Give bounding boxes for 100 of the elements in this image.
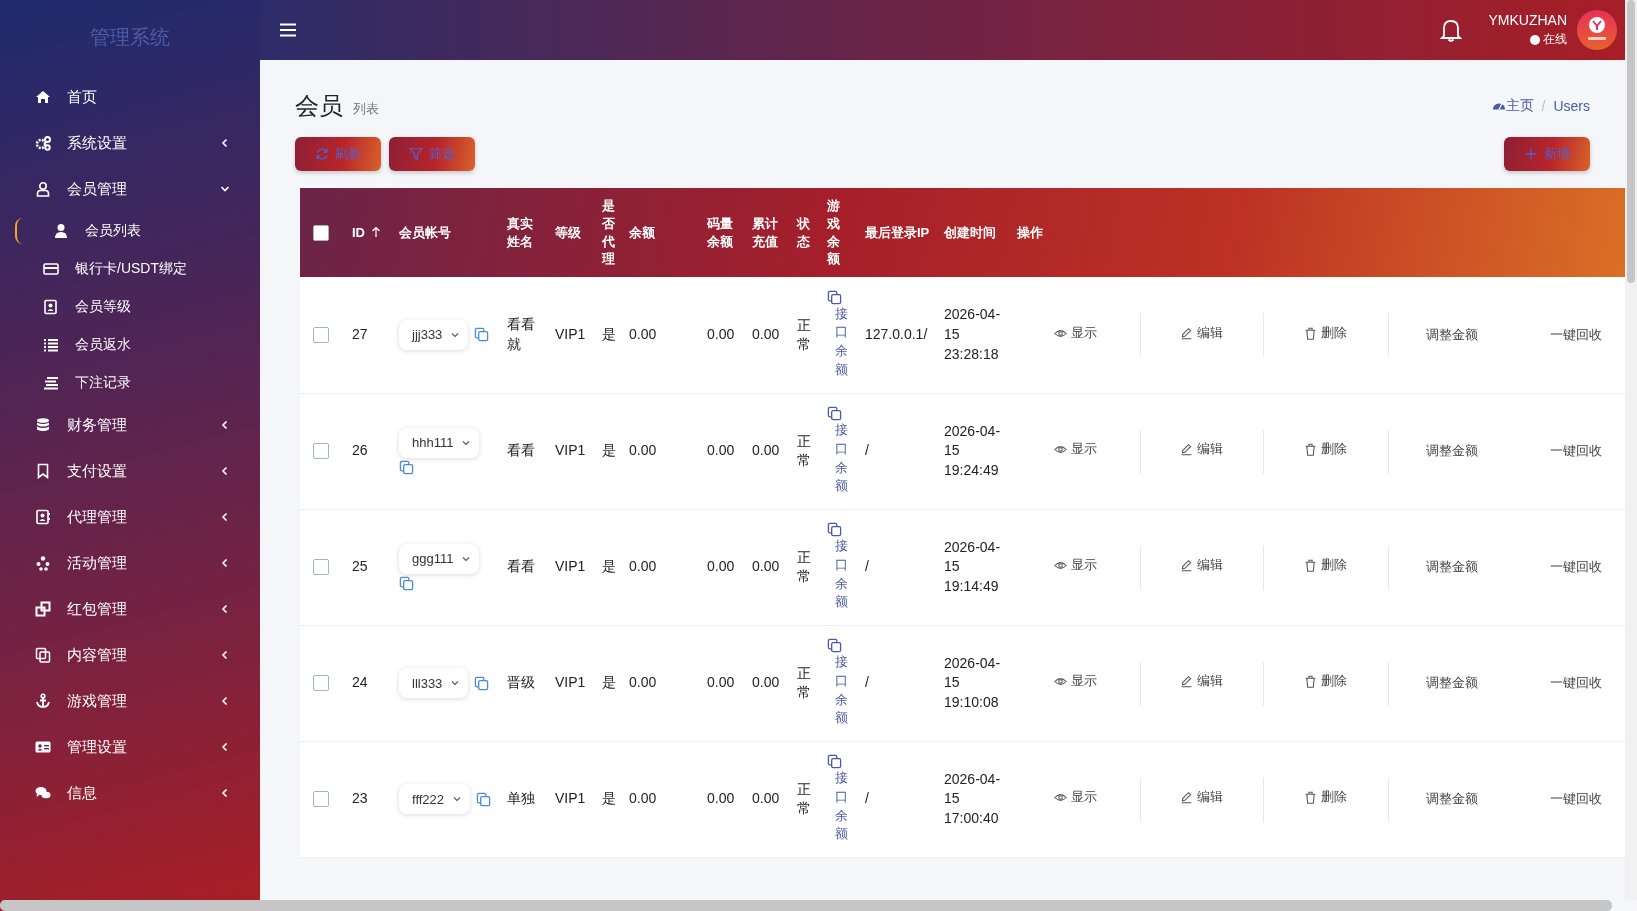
sidebar-item[interactable]: 财务管理 (0, 402, 260, 448)
account-dropdown[interactable]: fff222 (399, 784, 471, 814)
account-dropdown[interactable]: jjj333 (399, 319, 469, 350)
column-header: 状态 (797, 214, 810, 251)
action-link[interactable]: 显示 (1053, 440, 1097, 459)
table-cell: 是 (602, 325, 616, 342)
sidebar-item[interactable]: 活动管理 (0, 540, 260, 586)
table-cell: 是 (602, 558, 616, 575)
sidebar-subitem[interactable]: 银行卡/USDT绑定 (0, 250, 260, 288)
copy-icon[interactable] (827, 637, 842, 653)
burst-icon (35, 555, 51, 571)
list-icon (43, 337, 59, 353)
action-link[interactable]: 一键回收 (1550, 674, 1602, 693)
balance-link[interactable]: 接口余额 (835, 768, 848, 845)
action-link[interactable]: 一键回收 (1550, 790, 1602, 809)
action-link[interactable]: 编辑 (1180, 556, 1223, 575)
copy-icon[interactable] (827, 521, 842, 537)
copy-icon[interactable] (399, 459, 414, 475)
balance-link[interactable]: 接口余额 (835, 652, 848, 729)
copy-icon[interactable] (827, 753, 842, 769)
column-header: 码量余额 (707, 214, 734, 251)
copy-icon[interactable] (827, 405, 842, 421)
sidebar-subitem[interactable]: 会员列表 (0, 212, 260, 250)
table-cell: 0.00 (707, 442, 735, 459)
sidebar-item[interactable]: 首页 (0, 74, 260, 120)
action-link[interactable]: 编辑 (1180, 672, 1223, 691)
copy-icon[interactable] (474, 327, 490, 343)
action-link[interactable]: 显示 (1053, 672, 1097, 691)
table-cell-text: 2026-04-15 19:24:49 (944, 421, 1002, 480)
action-link[interactable]: 一键回收 (1550, 442, 1602, 461)
action-link[interactable]: 调整金额 (1425, 790, 1478, 809)
scrollbar[interactable] (1625, 0, 1637, 900)
id-card-icon (35, 739, 51, 755)
sidebar-item[interactable]: 红包管理 (0, 586, 260, 632)
action-link[interactable]: 调整金额 (1425, 325, 1478, 345)
account-dropdown[interactable]: lll333 (399, 668, 469, 698)
table-cell: 正常 (797, 432, 811, 470)
bell-icon[interactable] (1440, 18, 1463, 42)
checkbox[interactable] (313, 791, 329, 807)
action-link[interactable]: 调整金额 (1425, 442, 1478, 461)
checkbox[interactable] (313, 443, 329, 459)
table-cell: / (865, 442, 869, 459)
action-link[interactable]: 编辑 (1180, 324, 1223, 343)
copy-icon[interactable] (474, 675, 490, 691)
breadcrumb-link[interactable]: 主页 (1505, 97, 1534, 115)
action-link[interactable]: 显示 (1053, 556, 1097, 575)
table-cell: 0.00 (629, 442, 657, 459)
table-cell: 0.00 (707, 558, 735, 575)
action-link[interactable]: 一键回收 (1550, 325, 1602, 345)
table-cell: 正常 (797, 548, 811, 586)
action-link[interactable]: 编辑 (1180, 440, 1223, 459)
caret-icon (462, 555, 471, 562)
sidebar-item[interactable]: 游戏管理 (0, 678, 260, 724)
sidebar-item[interactable]: 代理管理 (0, 494, 260, 540)
checkbox[interactable] (313, 675, 329, 691)
action-link[interactable]: 显示 (1053, 324, 1097, 343)
balance-link[interactable]: 接口余额 (835, 304, 848, 380)
sidebar-item[interactable]: 系统设置 (0, 120, 260, 166)
checkbox[interactable] (313, 559, 329, 575)
sidebar-subitem[interactable]: 会员等级 (0, 288, 260, 326)
column-header[interactable]: ID (352, 223, 365, 242)
action-link[interactable]: 删除 (1304, 324, 1347, 343)
copy-icon[interactable] (476, 791, 492, 807)
action-link[interactable]: 删除 (1304, 788, 1347, 807)
checkbox[interactable] (313, 224, 329, 241)
table-cell: 是 (602, 442, 616, 459)
arrow-up-icon[interactable] (371, 226, 381, 239)
sidebar-item[interactable]: 内容管理 (0, 632, 260, 678)
sidebar-item[interactable]: 信息 (0, 770, 260, 816)
avatar[interactable] (1577, 10, 1617, 50)
action-link[interactable]: 调整金额 (1425, 558, 1478, 577)
balance-link[interactable]: 接口余额 (835, 536, 848, 613)
scrollbar[interactable] (0, 900, 1612, 911)
checkbox[interactable] (313, 326, 329, 343)
account-dropdown[interactable]: hhh111 (399, 427, 480, 458)
account-dropdown[interactable]: ggg111 (399, 543, 480, 574)
chat-icon (35, 785, 51, 801)
action-link[interactable]: 删除 (1304, 440, 1347, 459)
table-cell: 0.00 (707, 790, 735, 807)
copy-icon[interactable] (827, 289, 842, 305)
copy-icon[interactable] (399, 575, 414, 591)
sidebar-item[interactable]: 会员管理 (0, 166, 260, 212)
sidebar-item[interactable]: 管理设置 (0, 724, 260, 770)
eye-icon (1053, 559, 1067, 572)
table-cell-text: 看看就 (507, 315, 536, 354)
anchor-icon (35, 693, 51, 709)
action-link[interactable]: 调整金额 (1425, 674, 1478, 693)
action-link[interactable]: 编辑 (1180, 788, 1223, 807)
user-icon (35, 181, 51, 197)
sidebar-subitem[interactable]: 会员返水 (0, 326, 260, 364)
action-link[interactable]: 一键回收 (1550, 558, 1602, 577)
eye-icon (1053, 675, 1067, 688)
column-header: 是否代理 (602, 197, 615, 268)
sidebar-subitem[interactable]: 下注记录 (0, 364, 260, 402)
action-link[interactable]: 删除 (1304, 556, 1347, 575)
balance-link[interactable]: 接口余额 (835, 420, 848, 497)
sidebar-item[interactable]: 支付设置 (0, 448, 260, 494)
menu-icon[interactable] (280, 23, 296, 37)
action-link[interactable]: 显示 (1053, 788, 1097, 807)
action-link[interactable]: 删除 (1304, 672, 1347, 691)
